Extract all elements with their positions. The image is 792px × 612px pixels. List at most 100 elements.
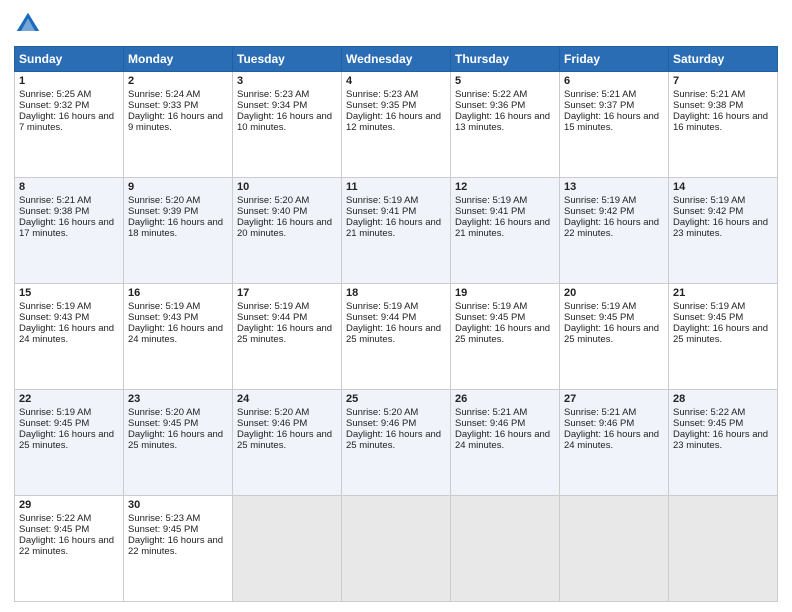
calendar-cell: 27 Sunrise: 5:21 AM Sunset: 9:46 PM Dayl… (560, 390, 669, 496)
sunset-text: Sunset: 9:45 PM (673, 312, 743, 323)
sunset-text: Sunset: 9:41 PM (346, 206, 416, 217)
sunset-text: Sunset: 9:45 PM (455, 312, 525, 323)
calendar-cell: 28 Sunrise: 5:22 AM Sunset: 9:45 PM Dayl… (669, 390, 778, 496)
daylight-text: Daylight: 16 hours and 10 minutes. (237, 111, 332, 133)
sunset-text: Sunset: 9:43 PM (128, 312, 198, 323)
sunset-text: Sunset: 9:46 PM (237, 418, 307, 429)
calendar-cell: 21 Sunrise: 5:19 AM Sunset: 9:45 PM Dayl… (669, 284, 778, 390)
sunrise-text: Sunrise: 5:22 AM (455, 89, 527, 100)
calendar-cell: 15 Sunrise: 5:19 AM Sunset: 9:43 PM Dayl… (15, 284, 124, 390)
day-number: 24 (237, 393, 337, 405)
day-number: 29 (19, 499, 119, 511)
day-number: 22 (19, 393, 119, 405)
calendar-cell: 2 Sunrise: 5:24 AM Sunset: 9:33 PM Dayli… (124, 72, 233, 178)
calendar-cell: 1 Sunrise: 5:25 AM Sunset: 9:32 PM Dayli… (15, 72, 124, 178)
day-header-tuesday: Tuesday (233, 47, 342, 72)
day-number: 20 (564, 287, 664, 299)
day-header-friday: Friday (560, 47, 669, 72)
sunrise-text: Sunrise: 5:19 AM (673, 301, 745, 312)
sunrise-text: Sunrise: 5:24 AM (128, 89, 200, 100)
daylight-text: Daylight: 16 hours and 25 minutes. (564, 323, 659, 345)
calendar-cell: 4 Sunrise: 5:23 AM Sunset: 9:35 PM Dayli… (342, 72, 451, 178)
day-number: 26 (455, 393, 555, 405)
calendar-cell: 5 Sunrise: 5:22 AM Sunset: 9:36 PM Dayli… (451, 72, 560, 178)
daylight-text: Daylight: 16 hours and 22 minutes. (128, 535, 223, 557)
calendar-cell: 16 Sunrise: 5:19 AM Sunset: 9:43 PM Dayl… (124, 284, 233, 390)
daylight-text: Daylight: 16 hours and 9 minutes. (128, 111, 223, 133)
sunrise-text: Sunrise: 5:21 AM (564, 407, 636, 418)
daylight-text: Daylight: 16 hours and 25 minutes. (673, 323, 768, 345)
daylight-text: Daylight: 16 hours and 20 minutes. (237, 217, 332, 239)
sunrise-text: Sunrise: 5:22 AM (19, 513, 91, 524)
calendar-week-4: 22 Sunrise: 5:19 AM Sunset: 9:45 PM Dayl… (15, 390, 778, 496)
sunset-text: Sunset: 9:39 PM (128, 206, 198, 217)
sunset-text: Sunset: 9:46 PM (455, 418, 525, 429)
daylight-text: Daylight: 16 hours and 25 minutes. (346, 429, 441, 451)
daylight-text: Daylight: 16 hours and 12 minutes. (346, 111, 441, 133)
calendar-cell: 7 Sunrise: 5:21 AM Sunset: 9:38 PM Dayli… (669, 72, 778, 178)
daylight-text: Daylight: 16 hours and 17 minutes. (19, 217, 114, 239)
sunrise-text: Sunrise: 5:21 AM (673, 89, 745, 100)
calendar-cell: 11 Sunrise: 5:19 AM Sunset: 9:41 PM Dayl… (342, 178, 451, 284)
sunrise-text: Sunrise: 5:23 AM (346, 89, 418, 100)
daylight-text: Daylight: 16 hours and 21 minutes. (455, 217, 550, 239)
day-number: 25 (346, 393, 446, 405)
day-number: 18 (346, 287, 446, 299)
daylight-text: Daylight: 16 hours and 23 minutes. (673, 217, 768, 239)
day-number: 5 (455, 75, 555, 87)
sunrise-text: Sunrise: 5:20 AM (346, 407, 418, 418)
calendar-cell (669, 496, 778, 602)
day-number: 28 (673, 393, 773, 405)
sunrise-text: Sunrise: 5:25 AM (19, 89, 91, 100)
sunrise-text: Sunrise: 5:20 AM (128, 407, 200, 418)
day-header-sunday: Sunday (15, 47, 124, 72)
calendar-cell: 17 Sunrise: 5:19 AM Sunset: 9:44 PM Dayl… (233, 284, 342, 390)
calendar-cell: 26 Sunrise: 5:21 AM Sunset: 9:46 PM Dayl… (451, 390, 560, 496)
calendar-week-2: 8 Sunrise: 5:21 AM Sunset: 9:38 PM Dayli… (15, 178, 778, 284)
day-header-wednesday: Wednesday (342, 47, 451, 72)
sunrise-text: Sunrise: 5:23 AM (237, 89, 309, 100)
day-number: 2 (128, 75, 228, 87)
sunset-text: Sunset: 9:45 PM (564, 312, 634, 323)
day-number: 10 (237, 181, 337, 193)
day-number: 30 (128, 499, 228, 511)
sunset-text: Sunset: 9:45 PM (673, 418, 743, 429)
calendar-header-row: SundayMondayTuesdayWednesdayThursdayFrid… (15, 47, 778, 72)
day-number: 9 (128, 181, 228, 193)
sunrise-text: Sunrise: 5:21 AM (455, 407, 527, 418)
calendar-cell (233, 496, 342, 602)
day-header-monday: Monday (124, 47, 233, 72)
day-number: 19 (455, 287, 555, 299)
daylight-text: Daylight: 16 hours and 25 minutes. (455, 323, 550, 345)
daylight-text: Daylight: 16 hours and 24 minutes. (455, 429, 550, 451)
logo (14, 10, 46, 38)
sunset-text: Sunset: 9:45 PM (19, 418, 89, 429)
sunrise-text: Sunrise: 5:20 AM (237, 407, 309, 418)
calendar-cell (451, 496, 560, 602)
calendar-cell: 24 Sunrise: 5:20 AM Sunset: 9:46 PM Dayl… (233, 390, 342, 496)
day-header-thursday: Thursday (451, 47, 560, 72)
day-number: 13 (564, 181, 664, 193)
daylight-text: Daylight: 16 hours and 21 minutes. (346, 217, 441, 239)
daylight-text: Daylight: 16 hours and 23 minutes. (673, 429, 768, 451)
sunrise-text: Sunrise: 5:19 AM (564, 195, 636, 206)
sunset-text: Sunset: 9:33 PM (128, 100, 198, 111)
logo-icon (14, 10, 42, 38)
sunset-text: Sunset: 9:37 PM (564, 100, 634, 111)
calendar-cell: 10 Sunrise: 5:20 AM Sunset: 9:40 PM Dayl… (233, 178, 342, 284)
calendar-cell: 23 Sunrise: 5:20 AM Sunset: 9:45 PM Dayl… (124, 390, 233, 496)
sunrise-text: Sunrise: 5:19 AM (346, 195, 418, 206)
day-number: 14 (673, 181, 773, 193)
calendar-week-1: 1 Sunrise: 5:25 AM Sunset: 9:32 PM Dayli… (15, 72, 778, 178)
sunset-text: Sunset: 9:32 PM (19, 100, 89, 111)
sunrise-text: Sunrise: 5:20 AM (237, 195, 309, 206)
sunrise-text: Sunrise: 5:19 AM (128, 301, 200, 312)
sunrise-text: Sunrise: 5:19 AM (346, 301, 418, 312)
sunset-text: Sunset: 9:36 PM (455, 100, 525, 111)
calendar-cell: 30 Sunrise: 5:23 AM Sunset: 9:45 PM Dayl… (124, 496, 233, 602)
calendar-table: SundayMondayTuesdayWednesdayThursdayFrid… (14, 46, 778, 602)
calendar-cell (342, 496, 451, 602)
sunset-text: Sunset: 9:45 PM (128, 418, 198, 429)
daylight-text: Daylight: 16 hours and 24 minutes. (128, 323, 223, 345)
sunset-text: Sunset: 9:44 PM (237, 312, 307, 323)
